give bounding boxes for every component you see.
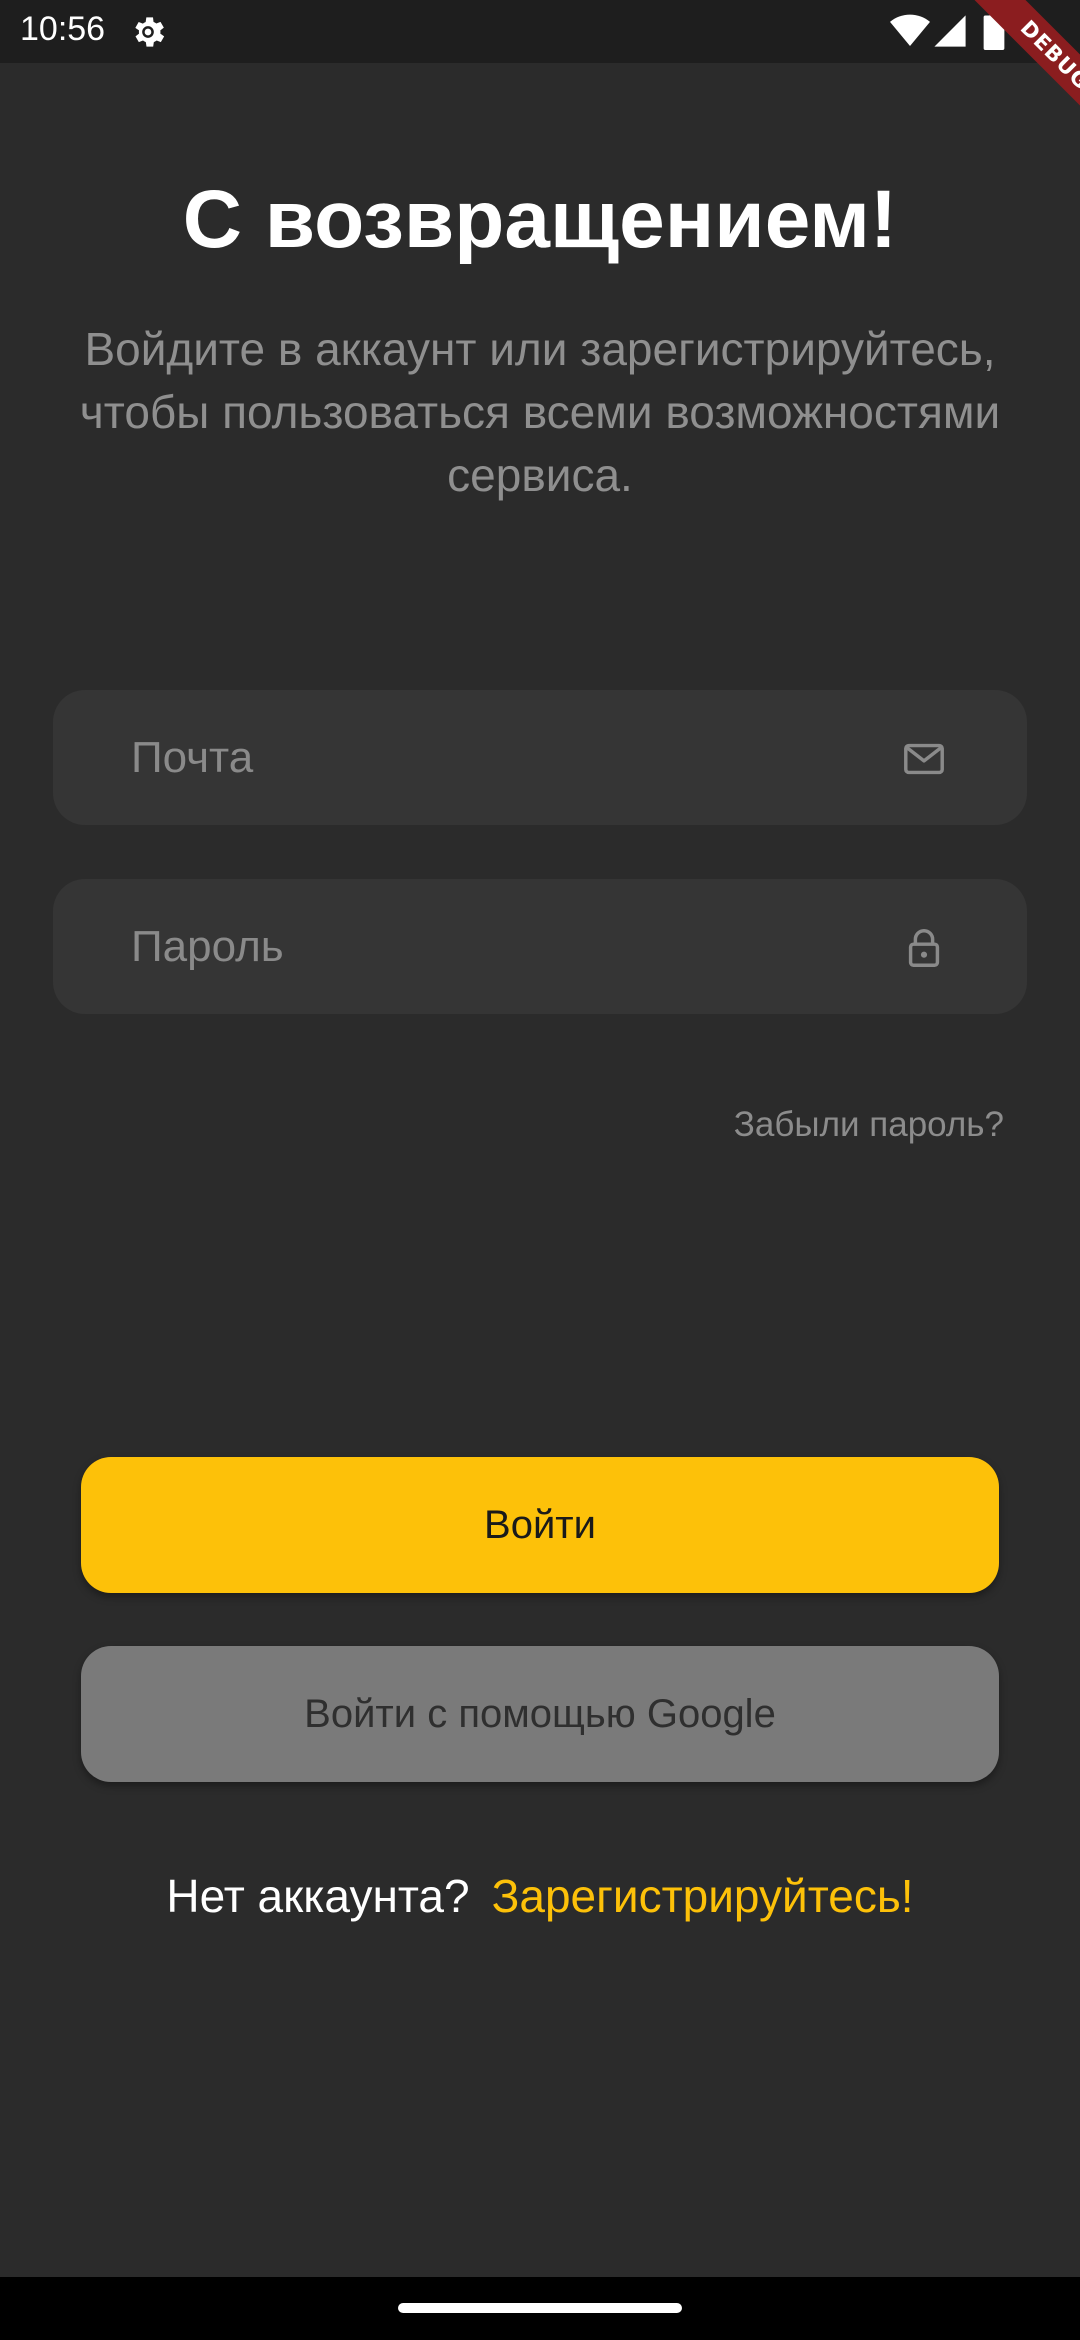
wifi-icon <box>890 14 930 46</box>
email-input[interactable] <box>131 690 891 825</box>
status-bar: 10:56 <box>0 0 1080 63</box>
forgot-password-link[interactable]: Забыли пароль? <box>734 1105 1004 1145</box>
login-screen: С возвращением! Войдите в аккаунт или за… <box>0 63 1080 2277</box>
navigation-bar <box>0 2277 1080 2340</box>
gear-icon <box>135 17 165 47</box>
signup-row: Нет аккаунта? Зарегистрируйтесь! <box>0 1869 1080 1923</box>
signal-icon <box>934 15 966 47</box>
password-field[interactable] <box>53 879 1027 1014</box>
lock-icon <box>908 929 940 967</box>
no-account-prompt: Нет аккаунта? <box>166 1870 470 1922</box>
login-button[interactable]: Войти <box>81 1457 999 1593</box>
email-field[interactable] <box>53 690 1027 825</box>
page-title: С возвращением! <box>182 174 898 265</box>
google-login-button[interactable]: Войти с помощью Google <box>81 1646 999 1782</box>
home-gesture-handle[interactable] <box>398 2303 682 2313</box>
signup-link[interactable]: Зарегистрируйтесь! <box>492 1870 914 1922</box>
page-subtitle: Войдите в аккаунт или зарегистрируйтесь,… <box>79 323 1001 501</box>
status-time: 10:56 <box>20 10 106 48</box>
battery-icon <box>983 12 1005 50</box>
password-input[interactable] <box>131 879 891 1014</box>
mail-icon <box>904 743 944 775</box>
